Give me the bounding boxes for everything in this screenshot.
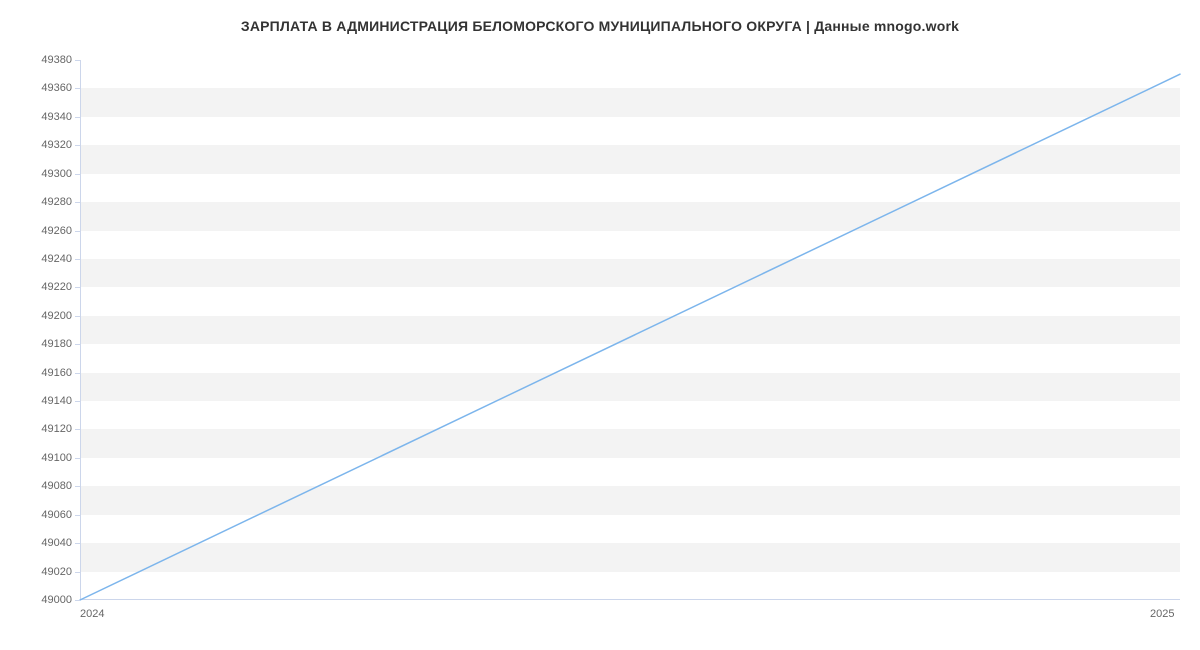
- y-tick-mark: [75, 174, 80, 175]
- y-tick-mark: [75, 231, 80, 232]
- y-tick-mark: [75, 88, 80, 89]
- x-tick-label: 2024: [80, 600, 104, 620]
- y-tick-mark: [75, 344, 80, 345]
- y-tick-mark: [75, 401, 80, 402]
- y-tick-mark: [75, 543, 80, 544]
- y-tick-mark: [75, 287, 80, 288]
- chart-title: ЗАРПЛАТА В АДМИНИСТРАЦИЯ БЕЛОМОРСКОГО МУ…: [0, 18, 1200, 34]
- plot-area: 4900049020490404906049080491004912049140…: [80, 60, 1180, 600]
- y-tick-mark: [75, 515, 80, 516]
- y-tick-mark: [75, 429, 80, 430]
- y-tick-mark: [75, 117, 80, 118]
- x-tick-label: 2025: [1150, 600, 1174, 620]
- y-tick-mark: [75, 572, 80, 573]
- y-tick-mark: [75, 373, 80, 374]
- y-tick-mark: [75, 486, 80, 487]
- series-line: [80, 74, 1180, 600]
- y-tick-mark: [75, 458, 80, 459]
- line-svg: [80, 60, 1180, 600]
- y-tick-mark: [75, 202, 80, 203]
- y-tick-mark: [75, 259, 80, 260]
- y-tick-mark: [75, 145, 80, 146]
- chart-container: ЗАРПЛАТА В АДМИНИСТРАЦИЯ БЕЛОМОРСКОГО МУ…: [0, 0, 1200, 650]
- y-tick-mark: [75, 60, 80, 61]
- y-tick-mark: [75, 316, 80, 317]
